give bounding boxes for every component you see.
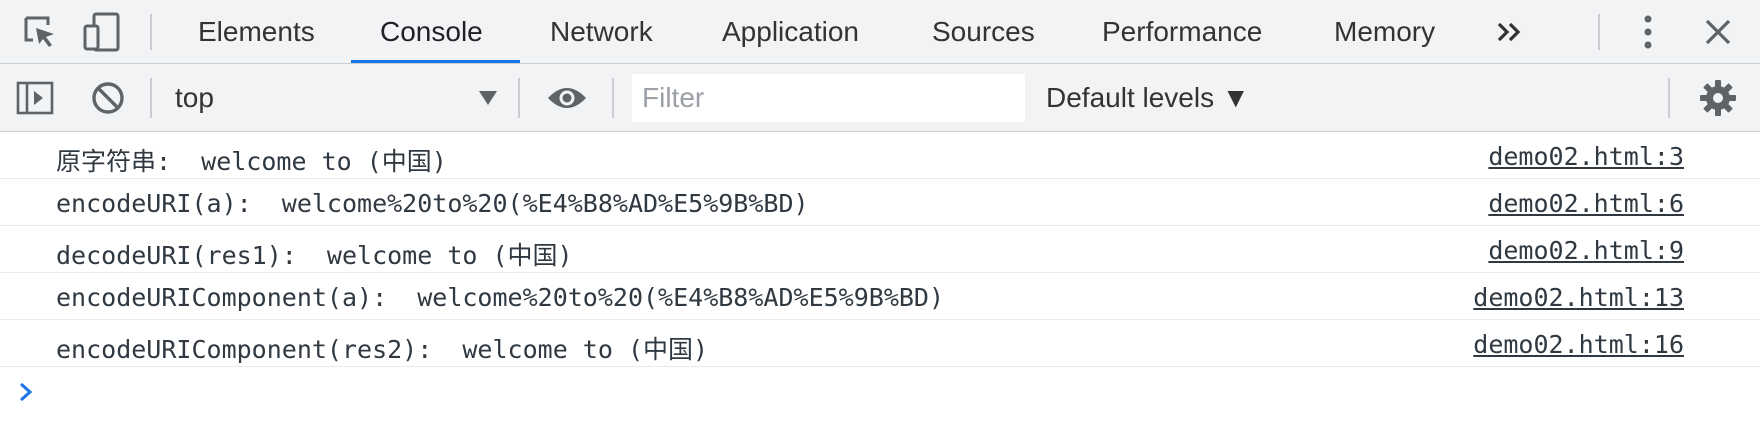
tab-elements[interactable]: Elements [198, 0, 315, 64]
source-link[interactable]: demo02.html:6 [1488, 189, 1684, 218]
tab-network[interactable]: Network [550, 0, 653, 64]
console-message-text: encodeURIComponent(a): welcome%20to%20(%… [56, 283, 945, 312]
toolbar-divider-2 [518, 78, 520, 118]
toolbar-divider-1 [150, 78, 152, 118]
toolbar-divider-3 [612, 78, 614, 118]
context-selector[interactable]: top [160, 64, 510, 132]
log-levels-dropdown[interactable]: Default levels ▼ [1046, 82, 1250, 114]
inspect-element-icon[interactable] [18, 12, 62, 52]
tab-console[interactable]: Console [380, 0, 483, 64]
console-message: encodeURI(a): welcome%20to%20(%E4%B8%AD%… [0, 179, 1760, 226]
console-message: decodeURI(res1): welcome to (中国) demo02.… [0, 226, 1760, 273]
dropdown-arrow-icon [478, 90, 498, 111]
console-message: encodeURIComponent(res2): welcome to (中国… [0, 320, 1760, 367]
source-link[interactable]: demo02.html:9 [1488, 236, 1684, 265]
console-message: encodeURIComponent(a): welcome%20to%20(%… [0, 273, 1760, 320]
context-selector-value: top [175, 82, 214, 113]
source-link[interactable]: demo02.html:3 [1488, 142, 1684, 171]
tab-bar-divider [150, 14, 152, 50]
tab-performance[interactable]: Performance [1102, 0, 1262, 64]
console-messages: 原字符串: welcome to (中国) demo02.html:3 enco… [0, 132, 1760, 367]
console-message-text: encodeURIComponent(res2): welcome to (中国… [56, 335, 709, 364]
toolbar-divider-4 [1668, 78, 1670, 118]
device-toolbar-icon[interactable] [80, 12, 124, 52]
clear-console-icon[interactable] [88, 78, 128, 118]
tab-sources[interactable]: Sources [932, 0, 1035, 64]
filter-input[interactable] [632, 74, 1025, 122]
console-message-text: encodeURI(a): welcome%20to%20(%E4%B8%AD%… [56, 189, 809, 218]
source-link[interactable]: demo02.html:13 [1473, 283, 1684, 312]
active-tab-indicator [351, 60, 520, 63]
console-message: 原字符串: welcome to (中国) demo02.html:3 [0, 132, 1760, 179]
tab-memory[interactable]: Memory [1334, 0, 1435, 64]
chevron-double-right-icon[interactable] [1490, 14, 1530, 50]
close-icon[interactable] [1698, 12, 1738, 52]
tab-bar-divider-right [1598, 14, 1600, 50]
tab-application[interactable]: Application [722, 0, 859, 64]
source-link[interactable]: demo02.html:16 [1473, 330, 1684, 359]
show-sidebar-icon[interactable] [14, 78, 56, 118]
devtools-tab-bar: Elements Console Network Application Sou… [0, 0, 1760, 64]
console-message-text: decodeURI(res1): welcome to (中国) [56, 241, 573, 270]
live-expression-icon[interactable] [544, 78, 590, 118]
console-message-text: 原字符串: welcome to (中国) [56, 147, 447, 176]
gear-icon[interactable] [1696, 76, 1740, 120]
console-toolbar: top Default levels ▼ [0, 64, 1760, 132]
console-prompt[interactable] [18, 381, 34, 408]
prompt-chevron-icon [20, 382, 33, 402]
more-vertical-icon[interactable] [1630, 12, 1666, 52]
